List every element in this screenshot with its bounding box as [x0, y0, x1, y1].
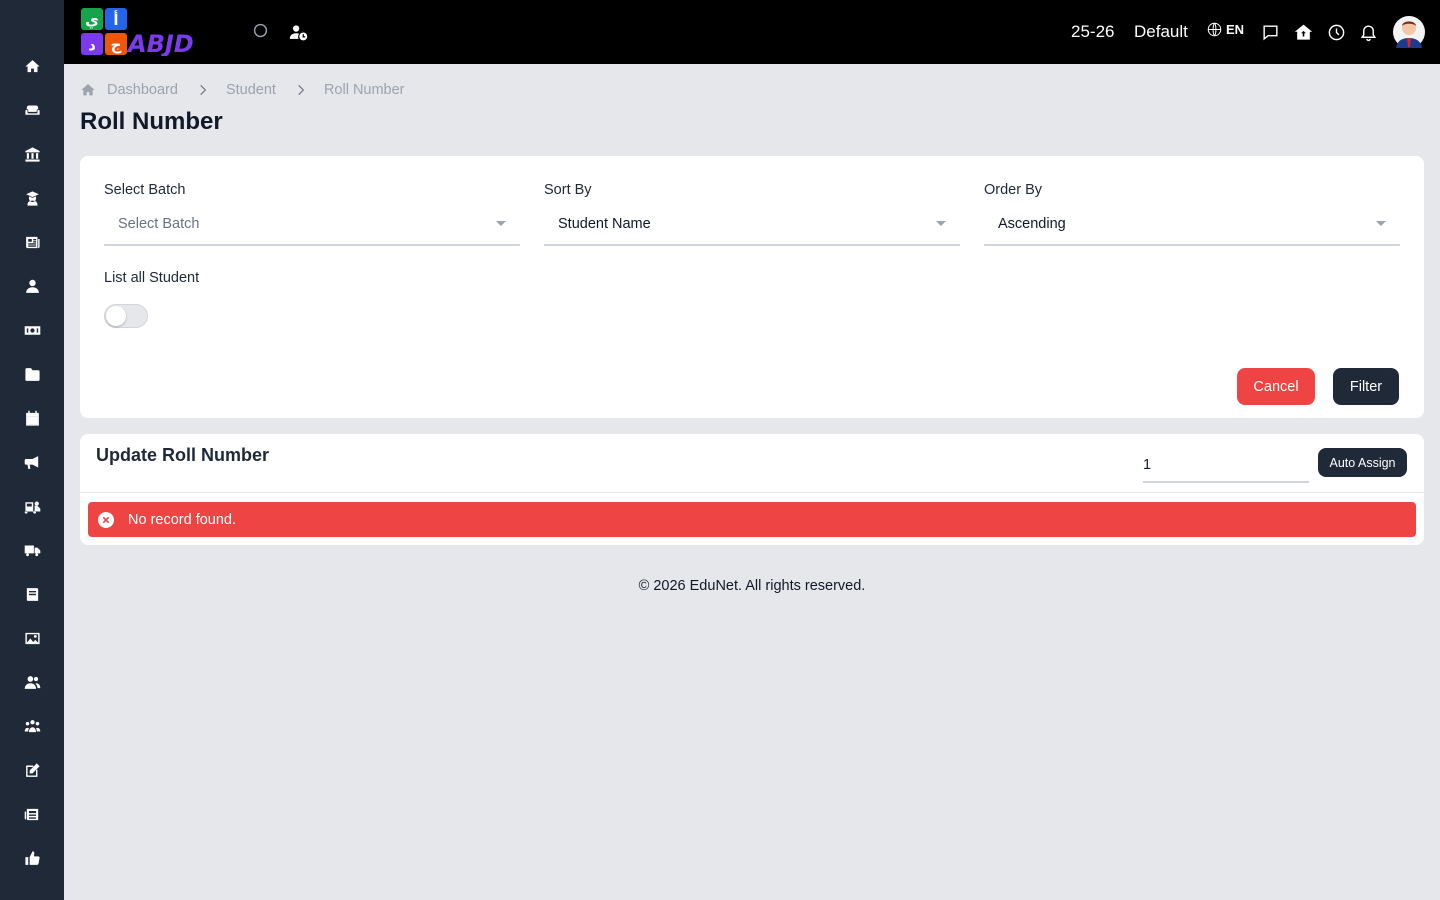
order-by-field: Order By Ascending	[984, 180, 1400, 246]
user-clock-icon[interactable]	[286, 20, 310, 44]
sidebar-thumbs-up-icon[interactable]	[20, 846, 44, 870]
sidebar-edit-icon[interactable]	[20, 758, 44, 782]
sidebar-calendar-icon[interactable]	[20, 406, 44, 430]
chevron-right-icon	[294, 83, 308, 97]
roll-number-start-input[interactable]	[1143, 448, 1309, 483]
cancel-button[interactable]: Cancel	[1237, 368, 1315, 405]
breadcrumb: Dashboard Student Roll Number	[80, 80, 405, 100]
breadcrumb-student[interactable]: Student	[226, 82, 276, 98]
batch-field: Select Batch Select Batch	[104, 180, 520, 246]
sort-by-value: Student Name	[558, 216, 651, 232]
bell-icon[interactable]	[1356, 20, 1380, 44]
sidebar-graduate-icon[interactable]	[20, 186, 44, 210]
chevron-right-icon	[196, 83, 210, 97]
toggle-knob	[106, 306, 126, 326]
sidebar-money-icon[interactable]	[20, 318, 44, 342]
caret-down-icon	[1376, 221, 1386, 226]
sidebar-megaphone-icon[interactable]	[20, 450, 44, 474]
update-title: Update Roll Number	[96, 445, 270, 465]
update-roll-number-card: Update Roll Number Auto Assign No record…	[80, 434, 1424, 545]
alert-text: No record found.	[128, 511, 237, 528]
language-code: EN	[1226, 22, 1245, 37]
abjd-logo[interactable]: ي أ د ج ABJD	[81, 8, 223, 56]
top-bar: ي أ د ج ABJD 25-26 Default EN	[64, 0, 1440, 64]
svg-text:ABJD: ABJD	[126, 30, 194, 56]
svg-text:د: د	[88, 36, 96, 54]
order-by-select[interactable]: Ascending	[984, 202, 1400, 246]
sidebar-newspaper-icon[interactable]	[20, 802, 44, 826]
list-all-toggle[interactable]	[104, 304, 148, 328]
error-circle-icon	[98, 511, 114, 528]
order-by-label: Order By	[984, 182, 1043, 198]
footer-copyright: © 2026 EduNet. All rights reserved.	[638, 578, 866, 594]
sort-by-label: Sort By	[544, 182, 592, 198]
profile-name[interactable]: Default	[1134, 21, 1188, 43]
sidebar-home-icon[interactable]	[20, 54, 44, 78]
divider	[80, 492, 1424, 493]
globe-icon	[1207, 22, 1222, 37]
list-all-label: List all Student	[104, 270, 200, 286]
breadcrumb-roll-number: Roll Number	[323, 82, 405, 98]
sidebar-couch-icon[interactable]	[20, 98, 44, 122]
sort-by-field: Sort By Student Name	[544, 180, 960, 246]
svg-text:أ: أ	[113, 10, 118, 29]
sidebar-users-icon[interactable]	[20, 670, 44, 694]
no-record-alert: No record found.	[88, 502, 1416, 537]
batch-placeholder: Select Batch	[118, 216, 200, 232]
sidebar-news-icon[interactable]	[20, 230, 44, 254]
sidebar-school-bus-icon[interactable]	[20, 494, 44, 518]
user-avatar[interactable]	[1393, 14, 1425, 50]
home-icon[interactable]	[1291, 20, 1315, 44]
sidebar-image-icon[interactable]	[20, 626, 44, 650]
sidebar-book-icon[interactable]	[20, 582, 44, 606]
auto-assign-button[interactable]: Auto Assign	[1318, 448, 1407, 477]
svg-text:ج: ج	[111, 36, 122, 54]
order-by-value: Ascending	[998, 216, 1066, 232]
sidebar-institution-icon[interactable]	[20, 142, 44, 166]
language-switcher[interactable]: EN	[1207, 22, 1244, 37]
clock-icon[interactable]	[1324, 20, 1348, 44]
session-year[interactable]: 25-26	[1071, 21, 1114, 43]
breadcrumb-dashboard[interactable]: Dashboard	[107, 82, 178, 98]
chat-icon[interactable]	[1258, 20, 1282, 44]
sidebar-group-icon[interactable]	[20, 714, 44, 738]
sidebar	[0, 0, 64, 900]
sidebar-truck-icon[interactable]	[20, 538, 44, 562]
caret-down-icon	[496, 221, 506, 226]
batch-select[interactable]: Select Batch	[104, 202, 520, 246]
breadcrumb-home-icon[interactable]	[80, 82, 96, 98]
batch-label: Select Batch	[104, 182, 186, 198]
sort-by-select[interactable]: Student Name	[544, 202, 960, 246]
page-title: Roll Number	[80, 108, 223, 135]
loading-circle-icon[interactable]	[248, 18, 272, 42]
sidebar-folder-icon[interactable]	[20, 362, 44, 386]
filter-card: Select Batch Select Batch Sort By Studen…	[80, 156, 1424, 418]
filter-button[interactable]: Filter	[1333, 368, 1399, 405]
svg-text:ي: ي	[85, 11, 99, 30]
sidebar-user-icon[interactable]	[20, 274, 44, 298]
caret-down-icon	[936, 221, 946, 226]
